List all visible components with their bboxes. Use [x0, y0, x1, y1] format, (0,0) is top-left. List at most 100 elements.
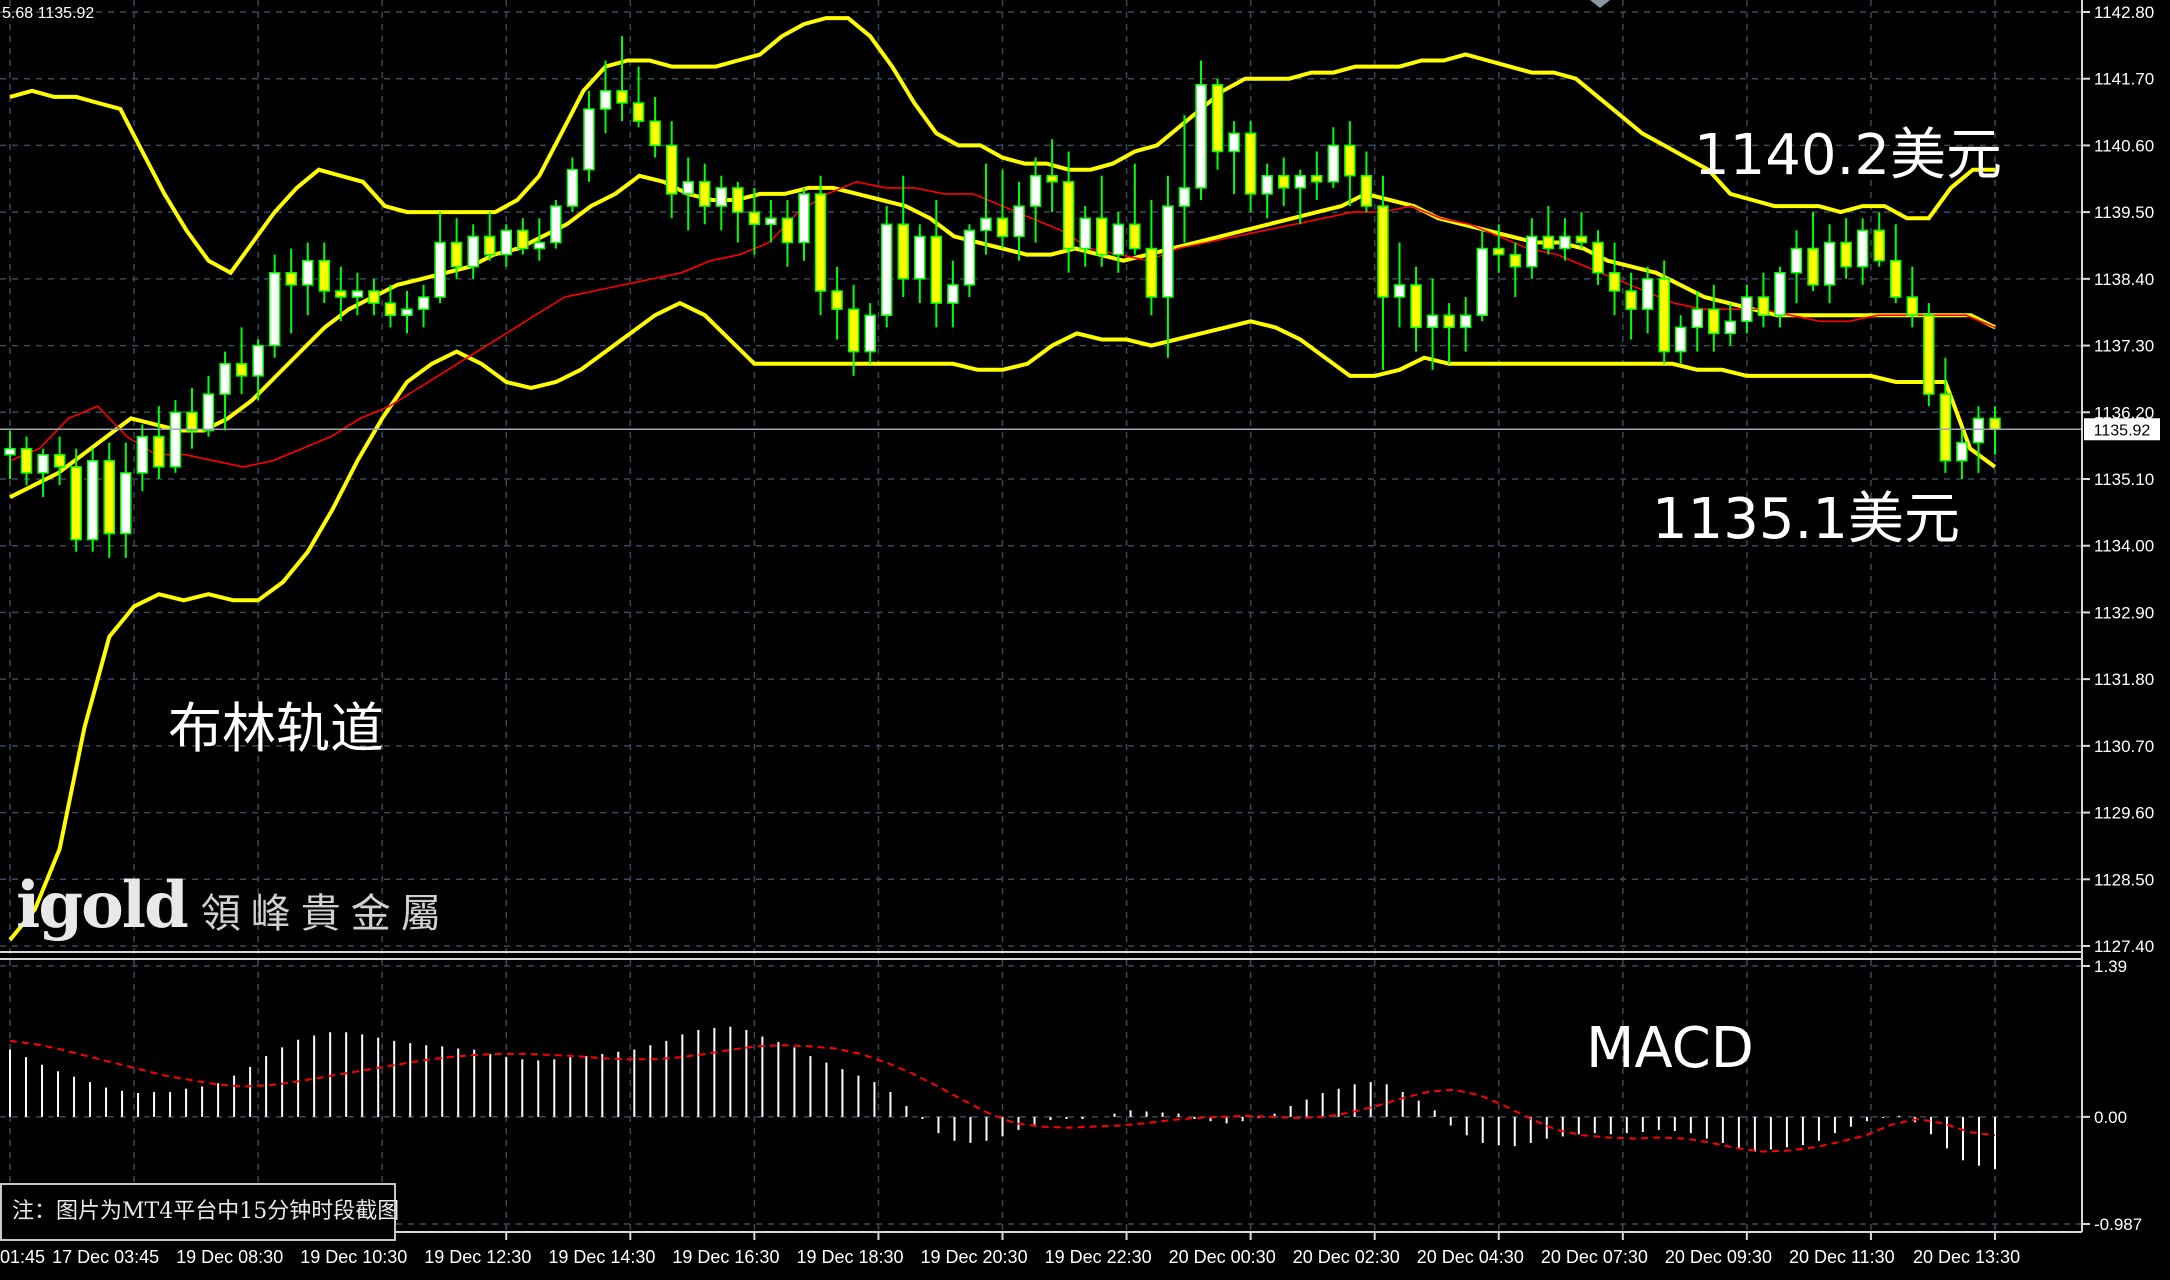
candle-body-up: [219, 363, 231, 395]
candle-body-down: [335, 290, 347, 298]
candle-body-down: [897, 223, 909, 280]
candle-body-up: [1790, 247, 1803, 274]
price-tick-label: 1130.70: [2094, 737, 2154, 756]
candle-body-up: [583, 108, 595, 171]
candle-body-down: [1757, 296, 1770, 316]
candle-body-down: [318, 259, 331, 292]
candle-body-down: [732, 187, 744, 213]
candle-body-down: [1129, 223, 1141, 250]
price-tick-label: 1142.80: [2094, 3, 2154, 22]
candle-body-down: [1145, 247, 1158, 298]
candle-body-down: [1592, 241, 1604, 274]
candle-body-up: [136, 435, 149, 474]
time-tick-label: 20 Dec 09:30: [1665, 1247, 1772, 1267]
time-tick-label: 19 Dec 08:30: [176, 1247, 283, 1267]
candle-body-up: [533, 241, 546, 250]
candle-body-down: [70, 466, 82, 541]
candle-body-down: [20, 447, 33, 474]
candle-body-up: [880, 223, 893, 316]
lower-band-annotation: 1135.1美元: [1652, 487, 1960, 552]
candle: [550, 200, 562, 249]
chart-readout: 5.68 1135.92: [2, 5, 94, 22]
candle-body-down: [930, 235, 943, 304]
candle-body-up: [798, 193, 810, 244]
candle-body-down: [649, 120, 661, 147]
candle-body-down: [1542, 235, 1555, 250]
time-tick-label: 20 Dec 11:30: [1789, 1247, 1895, 1267]
time-tick-label: 20 Dec 07:30: [1541, 1247, 1648, 1267]
candle-body-up: [1178, 187, 1191, 207]
candle-body-down: [153, 435, 165, 468]
price-tick-label: 1140.60: [2094, 136, 2154, 155]
candle-body-down: [781, 217, 794, 244]
candle-body-up: [434, 241, 446, 298]
time-tick-label: 20 Dec 13:30: [1913, 1247, 2020, 1267]
candle-body-up: [1691, 308, 1703, 329]
candle-body-up: [963, 229, 976, 286]
candle-body-down: [1509, 253, 1522, 268]
candle-body-down: [1708, 308, 1720, 335]
candle-body-up: [401, 308, 413, 316]
candle-body-down: [699, 181, 711, 207]
mt4-chart[interactable]: 1142.80 1141.70 1140.60 1139.50 1138.40 1137.…: [0, 0, 2170, 1280]
candle-body-up: [1972, 417, 1985, 444]
candle-body-up: [120, 472, 132, 535]
price-tick-label: 1141.70: [2094, 70, 2154, 89]
candle: [880, 206, 893, 328]
candle-body-up: [1228, 132, 1240, 153]
candle-body-up: [599, 90, 612, 110]
candle-body-up: [682, 181, 694, 195]
candle-body-down: [517, 229, 529, 250]
candle-body-up: [467, 235, 479, 268]
candle-body-down: [996, 217, 1009, 238]
candle-body-up: [1327, 144, 1340, 183]
price-tick-label: 1138.40: [2094, 270, 2154, 289]
bollinger-annotation: 布林轨道: [168, 697, 384, 760]
candle-body-down: [1344, 144, 1356, 177]
time-tick-label: 01:45: [0, 1247, 45, 1267]
candle-body-up: [1079, 217, 1091, 250]
candle-body-down: [1211, 84, 1224, 153]
candle-body-down: [1873, 229, 1885, 262]
candle-body-up: [302, 259, 314, 286]
price-tick-label: 1127.40: [2094, 937, 2154, 956]
candle-body-up: [4, 447, 16, 456]
candle-body-down: [814, 193, 827, 292]
candle-body-down: [1244, 132, 1257, 195]
candle-body-up: [1956, 441, 1968, 462]
candle-body-down: [235, 363, 248, 377]
candle-body-down: [665, 144, 678, 195]
time-tick-label: 17 Dec 03:45: [52, 1247, 159, 1267]
time-tick-label: 19 Dec 22:30: [1045, 1247, 1152, 1267]
candle-body-up: [86, 460, 99, 541]
candle-body-down: [831, 290, 843, 310]
price-tick-label: 1135.10: [2094, 470, 2154, 489]
candle-body-up: [947, 284, 959, 304]
candle-body-down: [1989, 417, 2001, 431]
candle-body-up: [1459, 314, 1472, 329]
time-tick-label: 19 Dec 14:30: [548, 1247, 655, 1267]
candle-body-up: [1013, 205, 1025, 238]
candle-body-down: [1311, 175, 1323, 183]
candle-body-up: [864, 314, 876, 353]
price-tick-label: 1139.50: [2094, 203, 2154, 222]
candle-body-down: [1939, 393, 1952, 462]
price-tick-label: 1137.30: [2094, 337, 2154, 356]
candle-body-down: [53, 453, 66, 468]
candle-body-up: [351, 290, 364, 298]
time-tick-label: 20 Dec 02:30: [1293, 1247, 1400, 1267]
candle-body-up: [37, 453, 49, 474]
candle-body-up: [1112, 223, 1125, 256]
macd-tick-label: 1.39: [2094, 957, 2127, 976]
candle-body-down: [1046, 175, 1058, 183]
candle-body-up: [500, 229, 512, 256]
candle: [1923, 303, 1935, 407]
current-price-label: 1135.92: [2094, 422, 2151, 439]
candle-body-up: [1294, 175, 1306, 189]
candle-body-down: [1923, 314, 1935, 395]
upper-band-annotation: 1140.2美元: [1694, 123, 2002, 188]
candle-body-down: [748, 211, 761, 226]
candle-body-down: [1575, 235, 1588, 244]
macd-annotation: MACD: [1586, 1016, 1754, 1081]
candle-body-down: [285, 272, 297, 286]
